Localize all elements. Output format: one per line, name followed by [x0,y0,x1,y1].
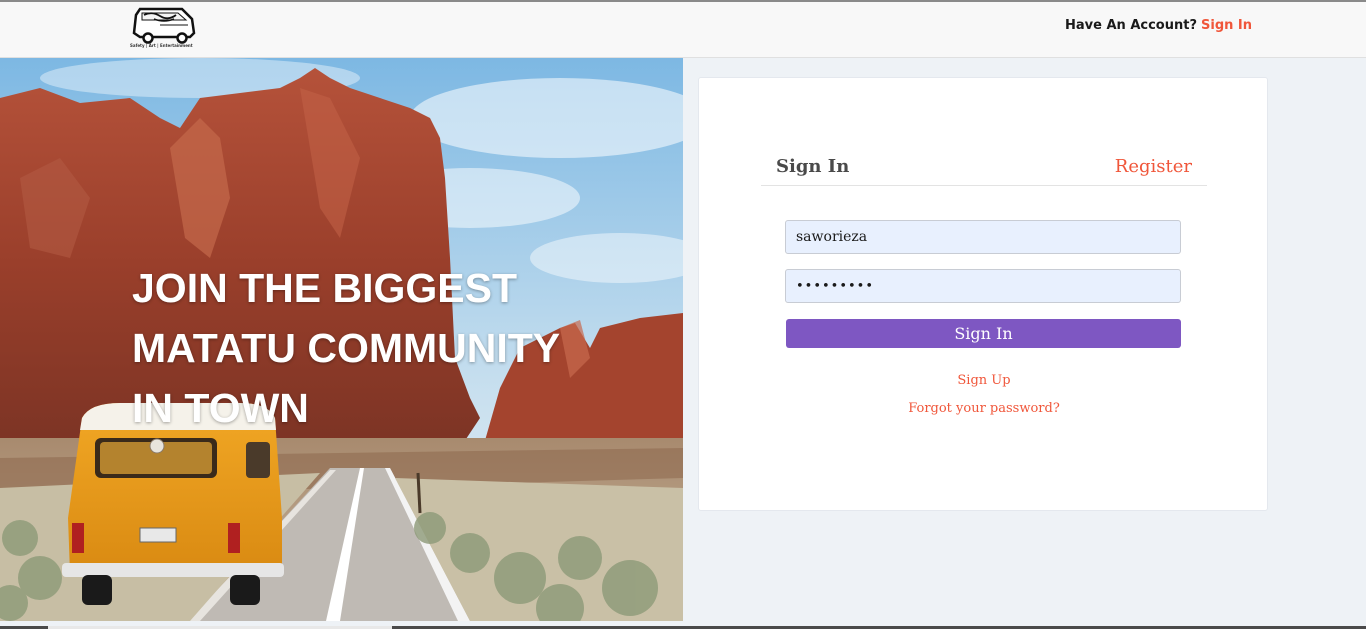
hero-line-3: IN TOWN [132,385,309,431]
signin-button[interactable]: Sign In [786,319,1181,348]
header-bar: Safety | Art | Entertainment Have An Acc… [0,2,1366,58]
password-field[interactable] [785,269,1181,303]
username-field[interactable] [785,220,1181,254]
hero-line-1: JOIN THE BIGGEST [132,265,517,311]
matatu-culture-logo[interactable]: Safety | Art | Entertainment [130,5,198,53]
account-prompt-text: Have An Account? [1065,18,1197,33]
hero-headline: JOIN THE BIGGEST MATATU COMMUNITY IN TOW… [132,258,560,438]
matatu-logo-icon [132,7,196,44]
auth-tabs: Sign In Register [761,154,1207,186]
account-prompt: Have An Account? Sign In [1065,18,1252,33]
signup-link[interactable]: Sign Up [699,373,1269,388]
tab-register[interactable]: Register [1115,156,1192,177]
hero-line-2: MATATU COMMUNITY [132,325,561,371]
logo-tagline: Safety | Art | Entertainment [130,43,193,48]
header-signin-link[interactable]: Sign In [1201,18,1252,33]
forgot-password-link[interactable]: Forgot your password? [699,401,1269,416]
hero-image: JOIN THE BIGGEST MATATU COMMUNITY IN TOW… [0,58,683,621]
tab-signin[interactable]: Sign In [776,156,849,177]
login-card: Sign In Register Sign In Sign Up Forgot … [698,77,1268,511]
